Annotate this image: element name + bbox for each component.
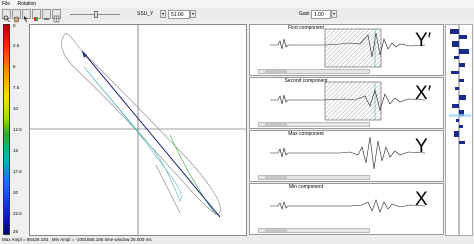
toolbar: SSU_Y ▾ 51.00 ▾ Gain 1.00 ▾ <box>0 8 474 23</box>
zoom-icon <box>3 15 10 23</box>
colorbar-tick: 12.5 <box>13 127 22 132</box>
trace-strip-canvas <box>449 25 471 235</box>
grid-icon <box>53 15 60 23</box>
rotation-slider-thumb[interactable] <box>94 11 98 18</box>
component-label: X <box>415 189 428 210</box>
time-window-selection <box>324 81 382 121</box>
color-button[interactable] <box>32 9 41 21</box>
colorbar-tick: 17.5 <box>13 169 22 174</box>
polarization-arrow <box>81 50 221 218</box>
component-scrollbar[interactable] <box>258 122 370 127</box>
component-label: Y′ <box>415 30 432 51</box>
grid-button[interactable] <box>52 9 61 23</box>
status-text: Max Ampl = 86429.193 , Min Ampl = -10016… <box>2 237 152 242</box>
hodogram-canvas <box>30 25 246 235</box>
gain-spinner[interactable]: ▾ <box>331 10 337 18</box>
component-panel-second[interactable]: Second component X′ <box>249 77 444 129</box>
tool-button[interactable] <box>42 9 51 20</box>
component-spinner[interactable]: ▾ <box>160 10 166 18</box>
palette-icon <box>34 17 38 21</box>
gain-field[interactable]: 1.00 <box>311 10 331 19</box>
component-panel-first[interactable]: First component Y′ <box>249 24 444 76</box>
component-scrollbar[interactable] <box>258 228 370 233</box>
trace-strip[interactable] <box>445 24 473 236</box>
cursor-icon <box>24 16 28 22</box>
tool-icon <box>44 18 49 20</box>
colorbar-tick: 20 <box>13 190 19 195</box>
colorbar-tick: 0 <box>13 23 16 28</box>
time-window-selection <box>324 28 382 68</box>
colorbar <box>3 24 10 235</box>
status-bar: Max Ampl = 86429.193 , Min Ampl = -10016… <box>0 236 474 244</box>
hand-icon <box>14 16 19 23</box>
pointer-button[interactable] <box>22 9 31 22</box>
component-panel-min[interactable]: Min component X <box>249 183 444 235</box>
colorbar-tick: 25 <box>13 229 19 234</box>
colorbar-tick: 7.5 <box>13 85 20 90</box>
component-scrollbar[interactable] <box>258 69 370 74</box>
component-label: Y <box>415 136 428 157</box>
colorbar-tick: 22.5 <box>13 211 22 216</box>
angle-field[interactable]: 51.00 <box>168 10 190 19</box>
colorbar-tick: 10 <box>13 106 19 111</box>
menu-rotation[interactable]: Rotation <box>17 1 36 7</box>
colorbar-tick: 2.5 <box>13 43 20 48</box>
component-label: X′ <box>415 83 432 104</box>
colorbar-tick: 5 <box>13 64 16 69</box>
particle-motion-inner <box>83 66 182 202</box>
menu-bar: File Rotation <box>0 0 474 8</box>
component-scrollbar[interactable] <box>258 175 370 180</box>
component-panel-max[interactable]: Max component Y <box>249 130 444 182</box>
angle-spinner[interactable]: ▾ <box>190 10 196 18</box>
pan-button[interactable] <box>12 9 21 23</box>
component-value: SSU_Y <box>137 11 154 17</box>
hodogram-plot[interactable] <box>29 24 247 236</box>
menu-file[interactable]: File <box>2 1 10 7</box>
gain-label: Gain <box>299 11 310 17</box>
colorbar-tick: 15 <box>13 148 19 153</box>
zoom-button[interactable] <box>2 9 11 23</box>
particle-motion-outer <box>61 32 221 216</box>
arrow-head <box>82 51 87 58</box>
